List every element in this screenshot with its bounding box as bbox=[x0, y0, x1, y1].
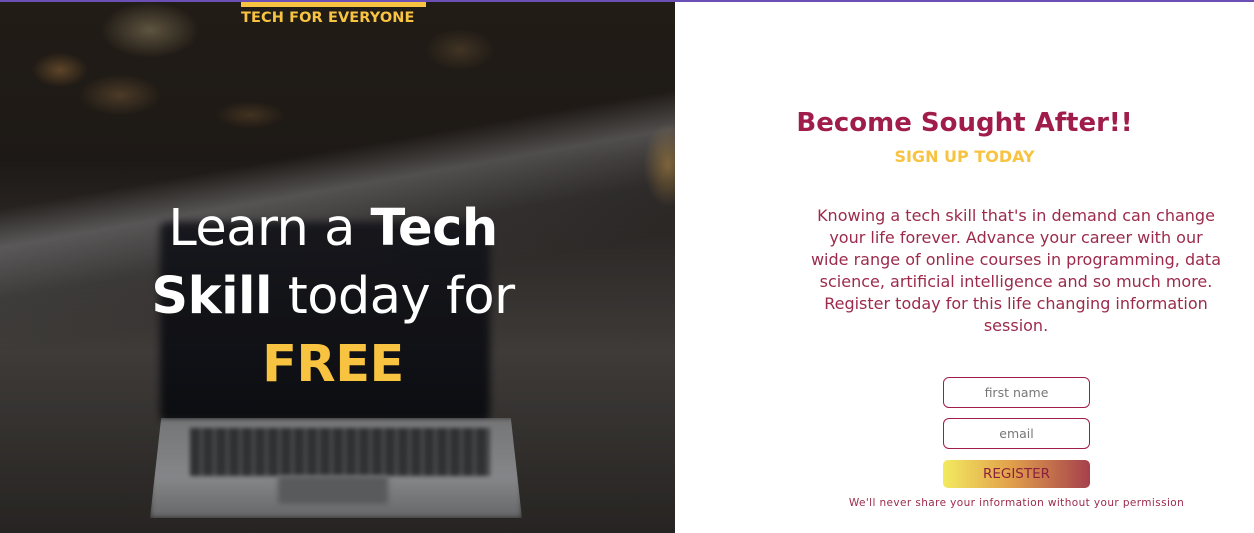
email-input[interactable] bbox=[943, 418, 1090, 449]
signup-subtitle: SIGN UP TODAY bbox=[894, 147, 1035, 166]
top-border bbox=[0, 0, 1254, 2]
first-name-input[interactable] bbox=[943, 377, 1090, 408]
headline-part: Tech bbox=[370, 199, 499, 258]
privacy-note: We'll never share your information witho… bbox=[848, 497, 1185, 509]
signup-title: Become Sought After!! bbox=[796, 108, 1133, 138]
brand-accent-bar bbox=[241, 2, 426, 7]
hero-section: TECH FOR EVERYONE Learn a Tech Skill tod… bbox=[0, 0, 675, 533]
brand-logo[interactable]: TECH FOR EVERYONE bbox=[241, 2, 426, 28]
headline-part: Learn a bbox=[168, 199, 371, 258]
register-button[interactable]: REGISTER bbox=[943, 460, 1090, 488]
headline-free: FREE bbox=[262, 335, 404, 394]
brand-name: TECH FOR EVERYONE bbox=[241, 10, 415, 26]
signup-panel: Become Sought After!! SIGN UP TODAY Know… bbox=[675, 0, 1254, 533]
headline-part: Skill bbox=[151, 267, 273, 326]
signup-description: Knowing a tech skill that's in demand ca… bbox=[810, 206, 1222, 335]
headline-part: today for bbox=[272, 267, 515, 326]
hero-headline: Learn a Tech Skill today for FREE bbox=[88, 195, 578, 399]
landing-page: TECH FOR EVERYONE Learn a Tech Skill tod… bbox=[0, 0, 1254, 533]
